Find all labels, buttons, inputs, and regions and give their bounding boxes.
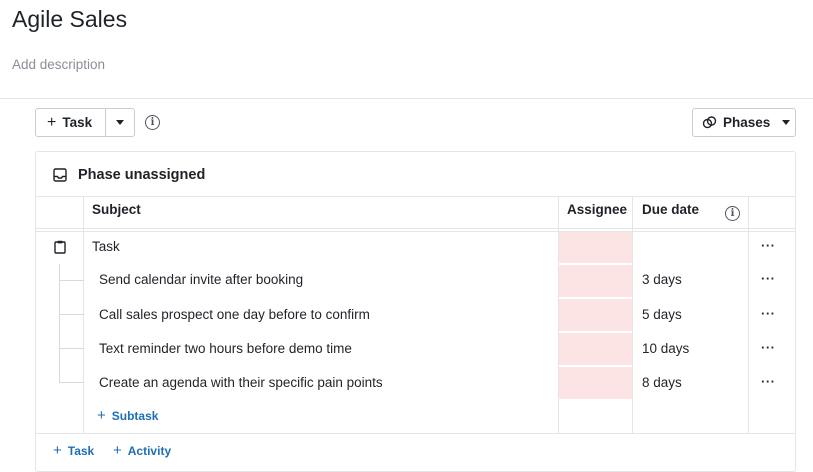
phase-header: Phase unassigned: [36, 152, 795, 197]
assignee-cell[interactable]: [559, 232, 632, 263]
assignee-cell[interactable]: [559, 333, 632, 365]
subtask-tree-branch: [59, 314, 84, 315]
add-description-field[interactable]: Add description: [12, 57, 105, 72]
subtask-due-date[interactable]: 10 days: [642, 341, 689, 356]
footer-add-task-label: Task: [67, 443, 95, 458]
row-more-button[interactable]: ···: [761, 374, 776, 389]
subtask-tree-line: [59, 264, 60, 382]
footer-add-activity-label: Activity: [127, 443, 172, 458]
assignee-cell[interactable]: [559, 367, 632, 399]
header-divider: [0, 98, 813, 99]
column-header-subject[interactable]: Subject: [92, 202, 141, 217]
subtask-subject[interactable]: Text reminder two hours before demo time: [99, 341, 352, 356]
subtask-due-date[interactable]: 5 days: [642, 307, 682, 322]
phases-button[interactable]: Phases: [692, 108, 796, 137]
task-subject[interactable]: Task: [92, 239, 120, 254]
column-divider: [748, 196, 749, 433]
table-top-border: [36, 196, 795, 197]
plus-icon: +: [53, 442, 62, 459]
phase-title: Phase unassigned: [78, 166, 206, 183]
row-more-button[interactable]: ···: [761, 340, 776, 355]
clipboard-icon: [54, 240, 66, 254]
add-subtask-label: Subtask: [111, 408, 159, 423]
page-title[interactable]: Agile Sales: [12, 6, 127, 33]
subtask-subject[interactable]: Call sales prospect one day before to co…: [99, 307, 370, 322]
plus-icon: +: [113, 442, 122, 459]
column-header-due-date[interactable]: Due date: [642, 202, 699, 217]
subtask-subject[interactable]: Send calendar invite after booking: [99, 272, 303, 287]
add-task-button[interactable]: + Task: [36, 109, 105, 136]
chevron-down-icon: [782, 120, 791, 125]
subtask-subject[interactable]: Create an agenda with their specific pai…: [99, 375, 383, 390]
row-more-button[interactable]: ···: [761, 271, 776, 286]
table-bottom-border: [36, 433, 795, 434]
footer-add-activity-link[interactable]: + Activity: [113, 443, 171, 458]
table-header-border: [36, 231, 795, 232]
plus-icon: +: [97, 407, 106, 424]
column-header-assignee[interactable]: Assignee: [567, 202, 627, 217]
column-divider: [632, 196, 633, 433]
table-header-border: [36, 228, 795, 229]
add-task-split-button: + Task: [35, 108, 136, 137]
due-date-info-icon[interactable]: i: [725, 206, 740, 221]
phases-icon: [702, 116, 717, 129]
add-task-label: Task: [62, 115, 93, 130]
phases-label: Phases: [723, 115, 771, 130]
row-more-button[interactable]: ···: [761, 306, 776, 321]
assignee-cell[interactable]: [559, 265, 632, 297]
inbox-icon: [53, 167, 67, 182]
subtask-due-date[interactable]: 3 days: [642, 272, 682, 287]
plus-icon: +: [47, 113, 57, 131]
info-icon[interactable]: i: [145, 115, 160, 130]
subtask-tree-branch: [59, 280, 84, 281]
assignee-cell[interactable]: [559, 299, 632, 331]
subtask-tree-branch: [59, 382, 84, 383]
chevron-down-icon: [116, 120, 125, 125]
subtask-due-date[interactable]: 8 days: [642, 375, 682, 390]
add-task-dropdown-button[interactable]: [105, 109, 134, 136]
row-more-button[interactable]: ···: [761, 238, 776, 253]
add-subtask-link[interactable]: + Subtask: [97, 408, 158, 423]
subtask-tree-branch: [59, 348, 84, 349]
footer-add-task-link[interactable]: + Task: [53, 443, 94, 458]
